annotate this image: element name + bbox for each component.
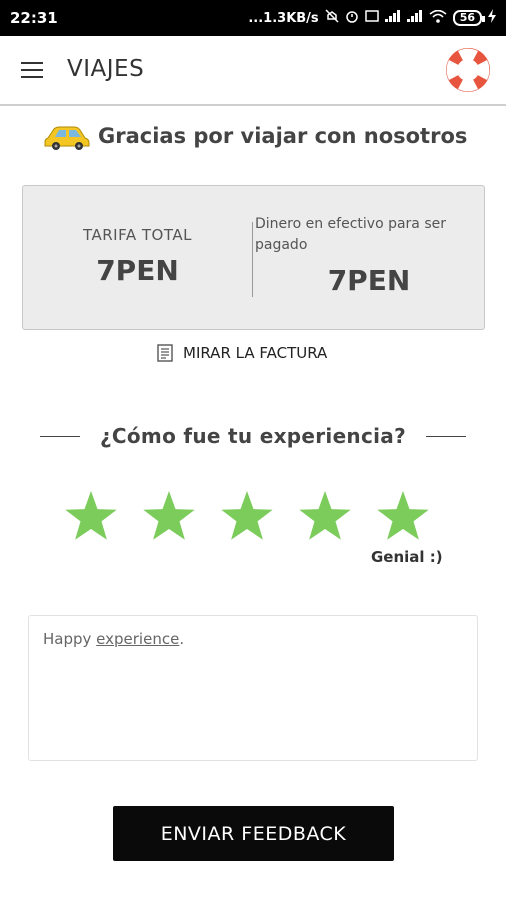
fare-summary-card: TARIFA TOTAL 7PEN Dinero en efectivo par… [22,185,485,330]
star-icon[interactable] [218,487,276,545]
hamburger-menu-icon[interactable] [21,62,43,80]
thanks-message: Gracias por viajar con nosotros [44,122,467,150]
star-icon[interactable] [296,487,354,545]
hd-icon [364,9,379,27]
app-bar: VIAJES [0,36,506,106]
total-fare-value: 7PEN [96,254,179,287]
experience-heading: ¿Cómo fue tu experiencia? [40,424,466,448]
feedback-textarea[interactable]: Happy experience. [28,615,478,761]
mute-icon [325,9,339,27]
thanks-text: Gracias por viajar con nosotros [98,124,468,148]
total-fare-label: TARIFA TOTAL [83,226,192,244]
cash-due-label: Dinero en efectivo para ser pagado [255,216,447,253]
taxi-car-icon [44,126,90,150]
feedback-text: Happy [43,630,97,648]
fare-divider [252,222,253,297]
charging-icon [488,9,496,27]
signal-icon-2 [406,10,423,26]
star-icon[interactable] [374,487,432,545]
network-speed: ...1.3KB/s [248,10,319,26]
heading-line-left [40,435,80,437]
page-title: VIAJES [67,56,145,82]
star-rating [62,487,444,547]
star-icon[interactable] [140,487,198,545]
status-bar: 22:31 ...1.3KB/s 56 [0,0,506,36]
feedback-text-underlined: experience [96,630,180,648]
alarm-icon [345,9,359,27]
cash-due-value: 7PEN [327,264,411,297]
send-feedback-button[interactable]: ENVIAR FEEDBACK [113,806,394,861]
signal-icon [384,10,401,26]
receipt-icon [157,344,173,362]
view-invoice-label: MIRAR LA FACTURA [183,344,328,362]
status-time: 22:31 [10,9,58,27]
feedback-text-end: . [179,630,185,648]
lifebuoy-icon[interactable] [444,46,492,94]
experience-title: ¿Cómo fue tu experiencia? [100,424,406,448]
view-invoice-link[interactable]: MIRAR LA FACTURA [157,344,327,362]
heading-line-right [426,435,466,437]
star-icon[interactable] [62,487,120,545]
rating-label: Genial :) [371,548,443,566]
battery-indicator: 56 [452,10,486,26]
status-icons: ...1.3KB/s 56 [248,9,496,27]
wifi-icon [429,9,447,27]
